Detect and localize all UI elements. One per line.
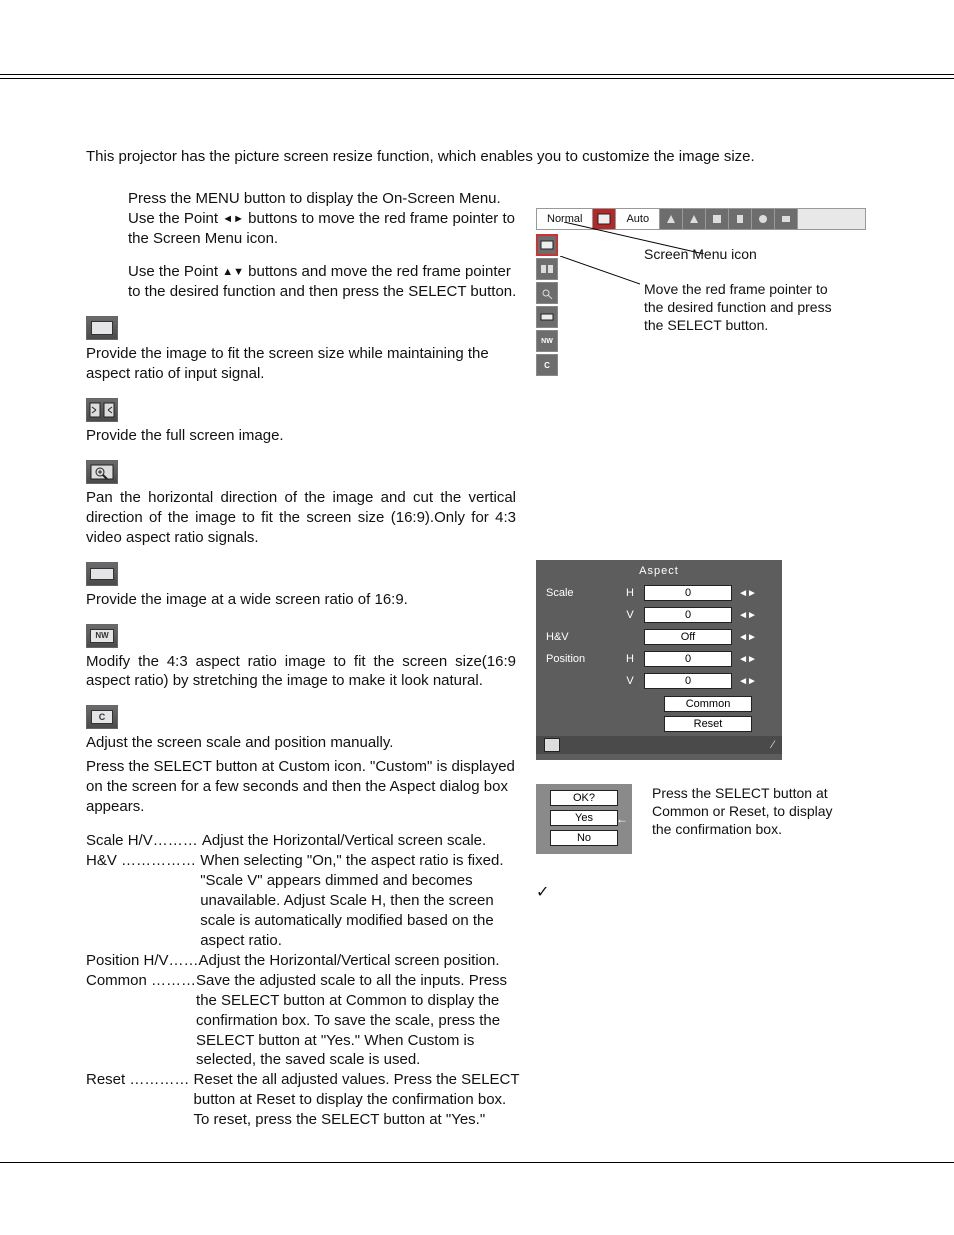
- aspect-scale-v-label: V: [616, 609, 644, 621]
- def-pos-body: Adjust the Horizontal/Vertical screen po…: [199, 951, 520, 971]
- confirm-ok-label: OK?: [550, 790, 618, 806]
- aspect-reset-button: Reset: [664, 716, 752, 732]
- def-hv-body: When selecting "On," the aspect ratio is…: [200, 851, 520, 951]
- normal-icon: [86, 316, 118, 340]
- zoom-desc: Pan the horizontal direction of the imag…: [86, 488, 516, 548]
- aspect-scale-h-label: H: [616, 587, 644, 599]
- nw-icon: NW: [86, 624, 118, 648]
- screen-menu-caption: Screen Menu icon: [644, 246, 757, 262]
- side-wide-icon: [536, 306, 558, 328]
- side-normal-icon: [536, 234, 558, 256]
- custom-icon: C: [86, 705, 118, 729]
- confirm-arrow-icon: ←: [616, 812, 628, 826]
- confirm-caption: Press the SELECT button at Common or Res…: [652, 784, 852, 839]
- def-scale-term: Scale H/V: [86, 832, 153, 849]
- aspect-foot-slash: ⁄: [772, 739, 774, 751]
- aspect-scale-v-value: 0: [644, 607, 732, 623]
- check-icon: ✓: [536, 882, 549, 902]
- aspect-pos-v-value: 0: [644, 673, 732, 689]
- aspect-dialog: Aspect Scale H 0 ◄► V 0 ◄► H&V Off ◄► Po…: [536, 560, 782, 760]
- def-pos-term: Position H/V: [86, 952, 169, 969]
- side-nw-icon: NW: [536, 330, 558, 352]
- side-full-icon: [536, 258, 558, 280]
- aspect-hv-label: H&V: [536, 631, 616, 643]
- full-icon: [86, 398, 118, 422]
- confirm-box-figure: OK? Yes No ← Press the SELECT button at …: [536, 784, 866, 854]
- aspect-position-label: Position: [536, 653, 616, 665]
- aspect-foot-icon: [544, 738, 560, 752]
- aspect-common-button: Common: [664, 696, 752, 712]
- aspect-title: Aspect: [536, 560, 782, 582]
- def-common-body: Save the adjusted scale to all the input…: [196, 971, 520, 1071]
- screen-menu-instruction: Move the red frame pointer to the desire…: [644, 280, 844, 335]
- aspect-pos-h-label: H: [616, 653, 644, 665]
- aspect-arrows-icon: ◄►: [732, 610, 762, 621]
- full-desc: Provide the full screen image.: [86, 426, 516, 446]
- point-ud-icon: ▲▼: [222, 266, 244, 278]
- wide-desc: Provide the image at a wide screen ratio…: [86, 590, 516, 610]
- point-lr-icon: ◄►: [222, 213, 244, 225]
- aspect-arrows-icon: ◄►: [732, 676, 762, 687]
- def-scale-body: Adjust the Horizontal/Vertical screen sc…: [202, 831, 520, 851]
- def-hv-term: H&V: [86, 852, 117, 869]
- menu-icon-5: [752, 209, 775, 229]
- custom-desc-1: Adjust the screen scale and position man…: [86, 733, 516, 753]
- aspect-pos-h-value: 0: [644, 651, 732, 667]
- side-custom-icon: C: [536, 354, 558, 376]
- aspect-hv-value: Off: [644, 629, 732, 645]
- custom-desc-2: Press the SELECT button at Custom icon. …: [86, 757, 516, 817]
- menu-icon-6: [775, 209, 798, 229]
- step2-a: Use the Point: [128, 263, 222, 280]
- custom-definitions: Scale H/V……… Adjust the Horizontal/Verti…: [86, 831, 520, 1130]
- aspect-scale-h-value: 0: [644, 585, 732, 601]
- def-reset-body: Reset the all adjusted values. Press the…: [194, 1070, 520, 1130]
- normal-desc: Provide the image to fit the screen size…: [86, 344, 516, 384]
- aspect-scale-label: Scale: [536, 587, 616, 599]
- side-zoom-icon: [536, 282, 558, 304]
- zoom-icon: [86, 460, 118, 484]
- step-1: Press the MENU button to display the On-…: [128, 189, 524, 248]
- screen-menu-figure: Normal Auto NW C Screen Menu icon Move t…: [536, 208, 866, 230]
- menu-icon-4: [729, 209, 752, 229]
- callout-line-2: [560, 256, 640, 286]
- wide-icon: [86, 562, 118, 586]
- confirm-yes: Yes: [550, 810, 618, 826]
- aspect-pos-v-label: V: [616, 675, 644, 687]
- aspect-arrows-icon: ◄►: [732, 632, 762, 643]
- step-2: Use the Point ▲▼ buttons and move the re…: [128, 262, 524, 302]
- def-common-term: Common: [86, 972, 147, 989]
- nw-desc: Modify the 4:3 aspect ratio image to fit…: [86, 652, 516, 692]
- confirm-box: OK? Yes No ←: [536, 784, 632, 854]
- screen-side-icons: NW C: [536, 234, 558, 378]
- aspect-arrows-icon: ◄►: [732, 654, 762, 665]
- confirm-no: No: [550, 830, 618, 846]
- intro-text: This projector has the picture screen re…: [86, 148, 868, 165]
- aspect-arrows-icon: ◄►: [732, 588, 762, 599]
- def-reset-term: Reset: [86, 1071, 125, 1088]
